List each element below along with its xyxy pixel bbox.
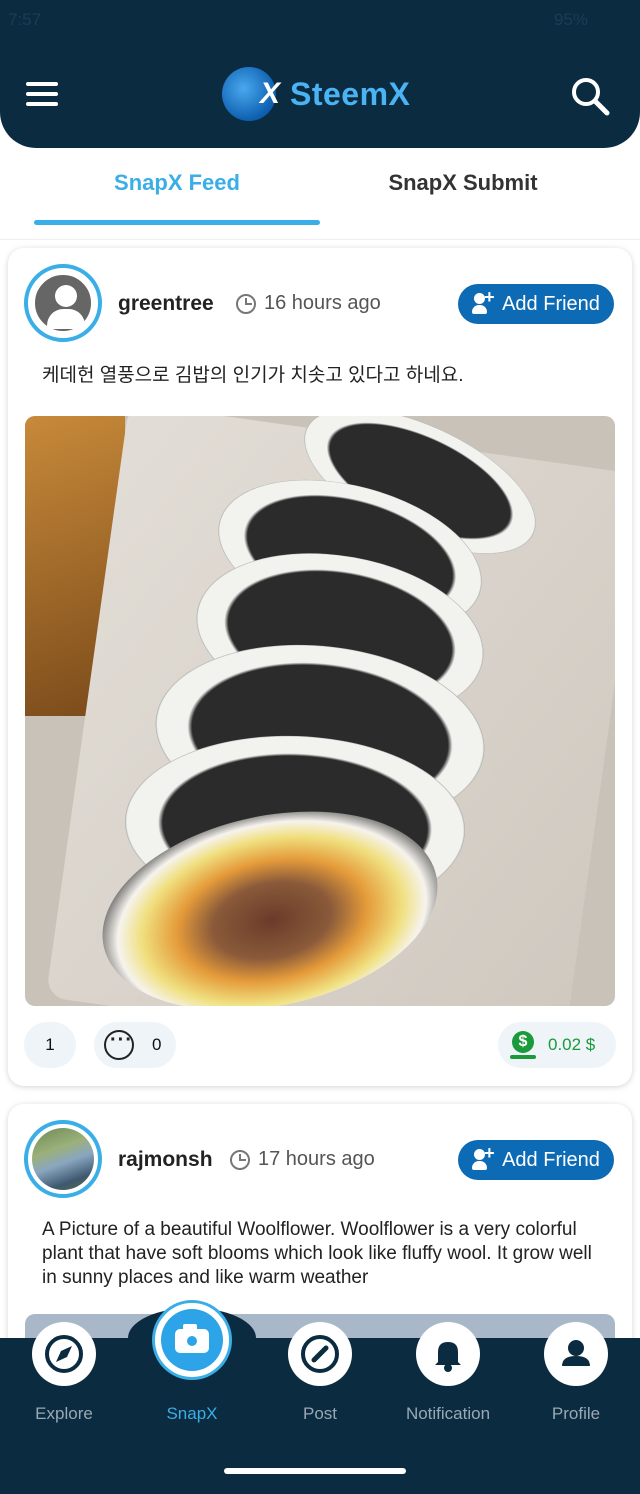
default-user-icon xyxy=(32,272,94,334)
tab-snapx-submit[interactable]: SnapX Submit xyxy=(320,170,606,196)
nav-notification[interactable]: Notification xyxy=(384,1322,512,1448)
compass-icon xyxy=(45,1335,83,1373)
menu-icon[interactable] xyxy=(26,82,58,108)
status-time: 7:57 xyxy=(8,10,42,29)
clock-icon xyxy=(230,1149,250,1170)
dollar-icon xyxy=(508,1030,538,1060)
battery-level: 95% xyxy=(553,10,588,29)
user-icon xyxy=(562,1340,590,1366)
add-friend-label: Add Friend xyxy=(502,292,600,315)
nav-profile[interactable]: Profile xyxy=(512,1322,640,1448)
avatar[interactable] xyxy=(24,1120,102,1198)
brand-name: SteemX xyxy=(290,75,411,112)
app-header: 7:57 95% SteemX xyxy=(0,0,640,148)
comment-count: 0 xyxy=(152,1035,162,1054)
brand-logo: SteemX xyxy=(222,66,410,122)
add-friend-label: Add Friend xyxy=(502,1148,600,1171)
comment-icon xyxy=(104,1029,134,1060)
add-user-icon xyxy=(472,287,495,315)
post-time: 17 hours ago xyxy=(258,1148,375,1170)
nav-label: Profile xyxy=(551,1404,601,1423)
avatar[interactable] xyxy=(24,264,102,342)
nav-post[interactable]: Post xyxy=(256,1322,384,1448)
payout-value: 0.02 $ xyxy=(548,1035,596,1054)
bell-icon xyxy=(435,1342,461,1372)
post-card: greentree 16 hours ago Add Friend 케데헌 열풍… xyxy=(8,248,632,1086)
nav-label: Explore xyxy=(35,1404,93,1423)
nav-explore[interactable]: Explore xyxy=(0,1322,128,1448)
logo-mark-icon xyxy=(222,67,280,121)
tab-snapx-feed[interactable]: SnapX Feed xyxy=(34,170,320,196)
nav-label: Post xyxy=(302,1404,338,1423)
post-actions: 1 0 0.02 $ xyxy=(24,1022,616,1070)
comment-button[interactable]: 0 xyxy=(94,1022,176,1068)
avatar-photo xyxy=(32,1128,94,1190)
post-image[interactable] xyxy=(25,416,615,1006)
payout-badge: 0.02 $ xyxy=(498,1022,616,1068)
home-indicator[interactable] xyxy=(224,1468,406,1474)
add-friend-button[interactable]: Add Friend xyxy=(458,1140,614,1180)
feed-tabs: SnapX Feed SnapX Submit xyxy=(0,148,640,240)
camera-icon xyxy=(161,1309,223,1371)
post-timestamp: 16 hours ago xyxy=(236,292,381,315)
nav-snapx[interactable]: SnapX xyxy=(128,1300,256,1448)
active-tab-indicator xyxy=(34,220,320,225)
post-time: 16 hours ago xyxy=(264,292,381,314)
edit-icon xyxy=(301,1335,339,1373)
nav-label: SnapX xyxy=(166,1404,218,1423)
status-bar: 7:57 95% xyxy=(0,0,640,40)
search-icon[interactable] xyxy=(570,76,610,116)
post-text: A Picture of a beautiful Woolflower. Woo… xyxy=(42,1219,592,1288)
post-username[interactable]: greentree xyxy=(118,292,214,316)
post-text: 케데헌 열풍으로 김밥의 인기가 치솟고 있다고 하네요. xyxy=(42,365,464,386)
add-friend-button[interactable]: Add Friend xyxy=(458,284,614,324)
vote-button[interactable]: 1 xyxy=(24,1022,76,1068)
clock-icon xyxy=(236,293,256,314)
add-user-icon xyxy=(472,1143,495,1171)
vote-count: 1 xyxy=(45,1035,55,1054)
nav-label: Notification xyxy=(405,1404,491,1423)
post-timestamp: 17 hours ago xyxy=(230,1148,375,1171)
post-username[interactable]: rajmonsh xyxy=(118,1148,213,1172)
